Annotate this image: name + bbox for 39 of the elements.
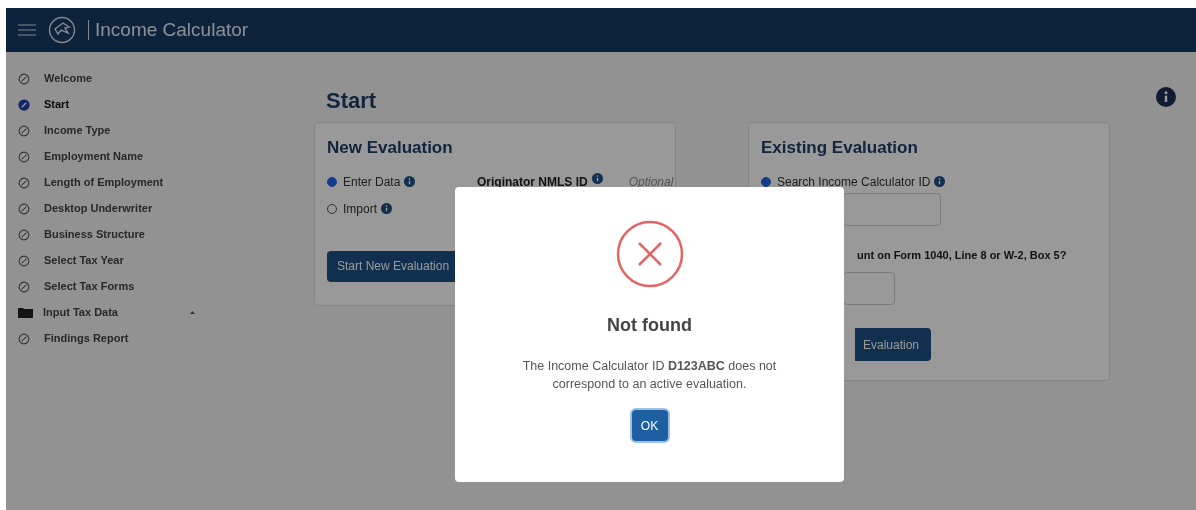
dialog-title: Not found (607, 314, 692, 337)
info-icon[interactable] (591, 172, 603, 184)
caret-up-icon[interactable] (190, 311, 195, 314)
radio-label: Import (343, 200, 377, 218)
radio-label: Search Income Calculator ID (777, 173, 931, 191)
sidebar-item[interactable]: Findings Report (18, 330, 306, 347)
info-icon[interactable] (934, 176, 946, 187)
sidebar-item[interactable]: Start (18, 96, 306, 113)
radio-button[interactable] (327, 203, 337, 214)
app-title: Income Calculator (95, 17, 249, 42)
ok-button[interactable]: OK (631, 410, 668, 441)
info-icon[interactable] (381, 203, 392, 214)
sidebar-item[interactable]: Desktop Underwriter (18, 200, 306, 217)
info-icon[interactable] (1156, 87, 1176, 107)
question-label: unt on Form 1040, Line 8 or W-2, Box 5? (857, 247, 1068, 263)
id-input-field[interactable] (843, 192, 941, 226)
sidebar-item[interactable]: Input Tax Data (18, 304, 306, 321)
sidebar-item[interactable]: Select Tax Forms (18, 278, 306, 295)
dialog-message: The Income Calculator ID D123ABC does not correspond to an active evaluation. (521, 358, 778, 393)
sidebar-item[interactable]: Length of Employment (18, 174, 306, 191)
card-title: New Evaluation (327, 137, 454, 159)
card-title: Existing Evaluation (761, 137, 919, 159)
folder-icon (18, 307, 33, 318)
start-existing-evaluation-button[interactable]: Evaluation (855, 328, 932, 361)
radio-label: Enter Data (343, 173, 401, 191)
radio-button[interactable] (761, 176, 771, 187)
field-label: Originator NMLS ID (477, 173, 588, 191)
sidebar-item[interactable]: Income Type (18, 122, 306, 139)
sidebar-item[interactable]: Business Structure (18, 226, 306, 243)
optional-hint: Optional (628, 173, 674, 191)
info-icon[interactable] (404, 176, 416, 187)
radio-button[interactable] (327, 176, 337, 187)
page-title: Start (326, 87, 377, 115)
sidebar-item[interactable]: Employment Name (18, 148, 306, 165)
amount-input-field[interactable] (843, 272, 895, 305)
error-icon (615, 220, 684, 288)
sidebar-item[interactable]: Welcome (18, 70, 306, 87)
sidebar-item[interactable]: Select Tax Year (18, 252, 306, 269)
logo-icon (48, 16, 76, 44)
